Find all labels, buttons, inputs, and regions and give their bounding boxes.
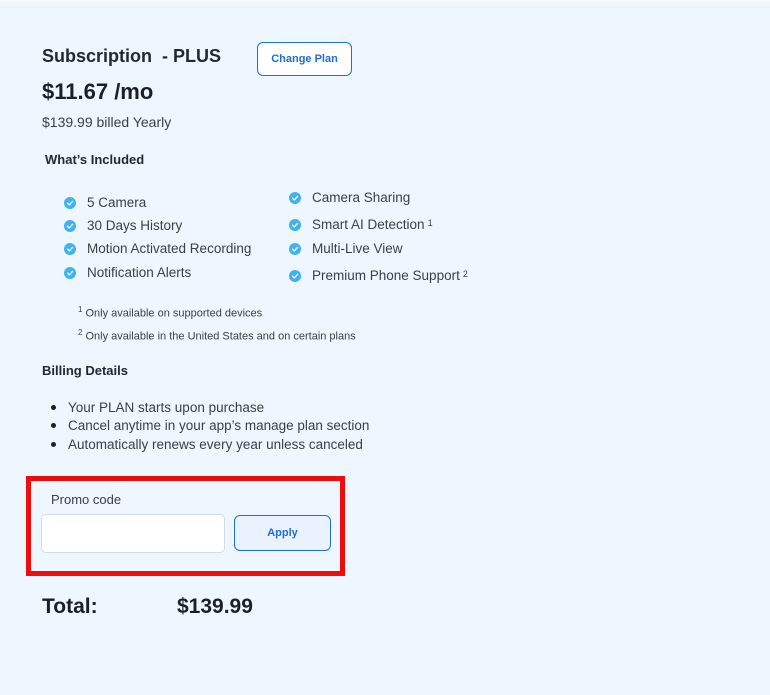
- billing-item-text: Cancel anytime in your app’s manage plan…: [68, 418, 370, 434]
- check-circle-icon: [289, 269, 301, 282]
- check-circle-icon: [289, 218, 301, 231]
- footnote-mark: 1: [78, 305, 83, 314]
- plan-price: $11.67 /mo: [42, 79, 154, 104]
- top-divider: [0, 0, 770, 2]
- feature-label: Premium Phone Support: [312, 268, 460, 283]
- footnote: 2 Only available in the United States and…: [78, 328, 356, 343]
- bullet-icon: [51, 441, 56, 447]
- feature-label: Camera Sharing: [312, 190, 411, 205]
- feature-item: Premium Phone Support 2: [289, 268, 468, 283]
- change-plan-button[interactable]: Change Plan: [257, 42, 352, 76]
- bullet-icon: [51, 423, 56, 429]
- feature-item: Multi-Live View: [289, 241, 403, 256]
- check-circle-icon: [64, 196, 76, 209]
- bullet-icon: [51, 404, 56, 410]
- apply-button[interactable]: Apply: [234, 515, 331, 551]
- promo-code-label: Promo code: [51, 492, 122, 507]
- billing-details-heading: Billing Details: [42, 363, 128, 378]
- feature-item: Motion Activated Recording: [64, 241, 251, 256]
- footnote-mark: 2: [78, 328, 83, 337]
- feature-label: Smart AI Detection: [312, 217, 425, 232]
- feature-item: Camera Sharing: [289, 190, 410, 205]
- total-label: Total:: [42, 595, 98, 618]
- footnote-marker: 2: [462, 268, 468, 279]
- footnote-marker: 1: [427, 217, 433, 228]
- plan-title: Subscription - PLUS: [42, 46, 222, 66]
- feature-item: Notification Alerts: [64, 265, 191, 280]
- whats-included-heading: What’s Included: [45, 152, 145, 167]
- billing-item-text: Automatically renews every year unless c…: [68, 436, 363, 452]
- list-item: Cancel anytime in your app’s manage plan…: [51, 417, 369, 436]
- feature-label: Multi-Live View: [312, 241, 403, 256]
- list-item: Automatically renews every year unless c…: [51, 435, 369, 454]
- feature-label: Motion Activated Recording: [87, 241, 252, 256]
- footnote-text: Only available in the United States and …: [85, 330, 356, 343]
- billed-yearly-text: $139.99 billed Yearly: [42, 114, 172, 130]
- promo-code-input[interactable]: [41, 514, 225, 553]
- check-circle-icon: [64, 219, 76, 232]
- check-circle-icon: [289, 191, 301, 204]
- feature-label: 5 Camera: [87, 195, 147, 210]
- feature-item: 5 Camera: [64, 195, 146, 210]
- billing-item-text: Your PLAN starts upon purchase: [68, 399, 265, 415]
- list-item: Your PLAN starts upon purchase: [51, 398, 369, 417]
- total-value: $139.99: [177, 595, 253, 618]
- check-circle-icon: [289, 242, 301, 255]
- feature-item: Smart AI Detection 1: [289, 217, 433, 232]
- feature-label: Notification Alerts: [87, 265, 192, 280]
- check-circle-icon: [64, 242, 76, 255]
- feature-item: 30 Days History: [64, 218, 182, 233]
- billing-details-list: Your PLAN starts upon purchase Cancel an…: [51, 398, 369, 454]
- footnote: 1 Only available on supported devices: [78, 305, 262, 320]
- footnote-text: Only available on supported devices: [85, 307, 263, 320]
- feature-label: 30 Days History: [87, 218, 183, 233]
- check-circle-icon: [64, 266, 76, 279]
